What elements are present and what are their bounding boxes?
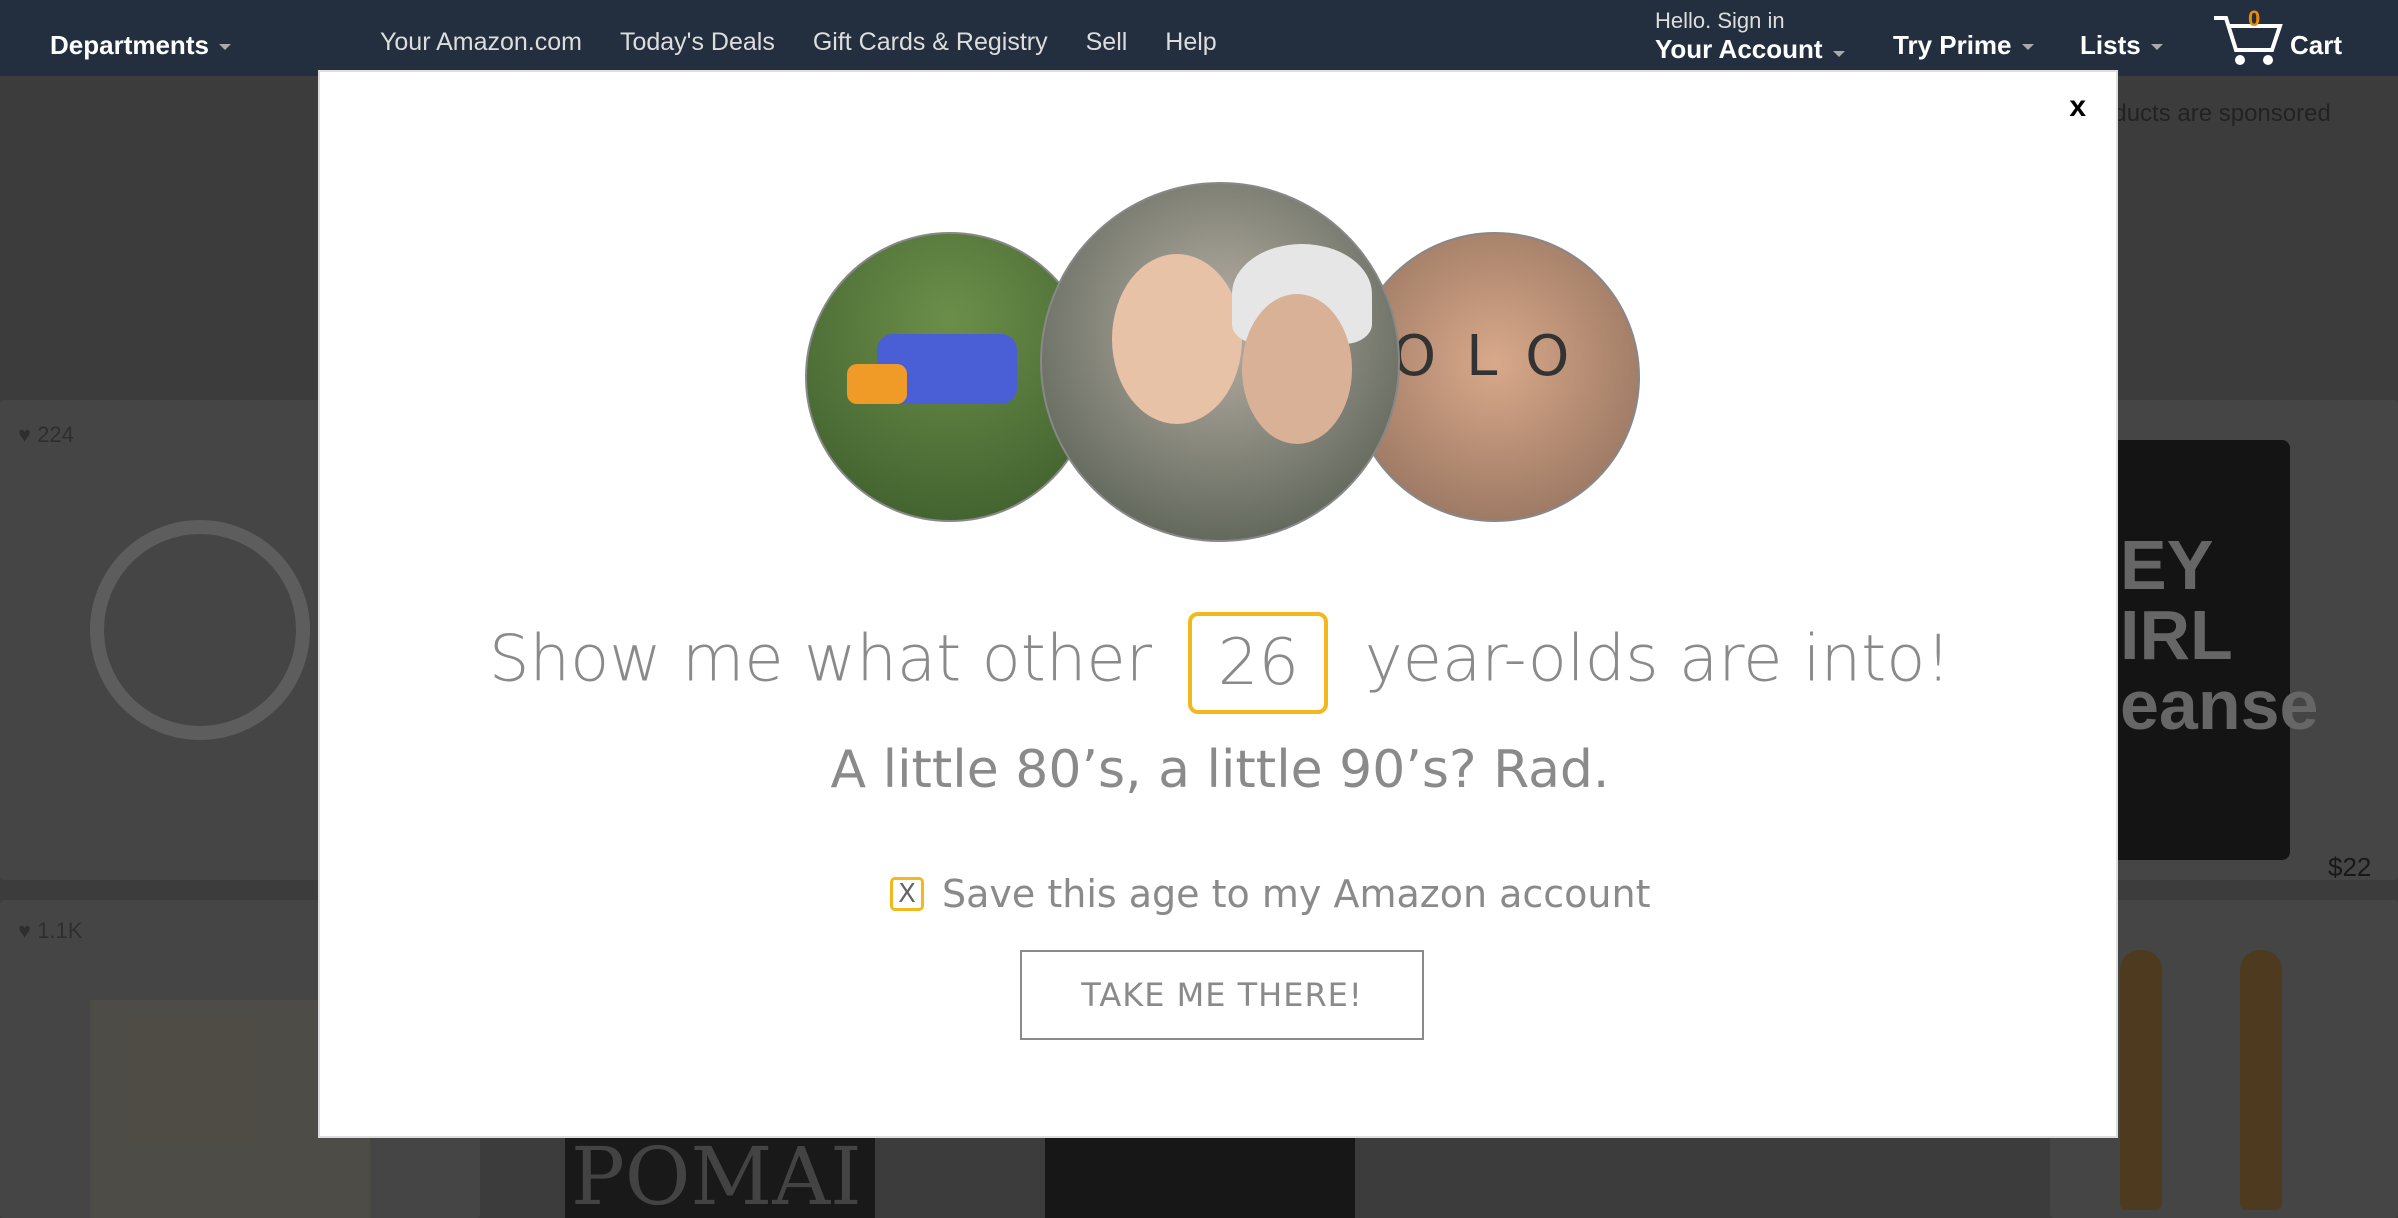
cart-button[interactable]: 0 Cart [2210, 6, 2342, 73]
top-nav: Departments Your Amazon.com Today's Deal… [0, 0, 2398, 76]
photo-collage: OLO [805, 182, 1645, 552]
age-modal: x OLO Show me what other 26 year-olds ar… [318, 70, 2118, 1138]
try-prime-menu[interactable]: Try Prime [1893, 30, 2034, 61]
cart-label: Cart [2290, 30, 2343, 60]
water-gun-tip-shape [847, 364, 907, 404]
age-headline: Show me what other 26 year-olds are into… [320, 612, 2120, 714]
save-age-checkbox[interactable]: X [890, 877, 924, 911]
knuckle-tattoo-text: OLO [1392, 324, 1600, 389]
headline-before: Show me what other [488, 622, 1153, 697]
face-shape [1242, 294, 1352, 444]
headline-after: year-olds are into! [1364, 622, 1952, 697]
chevron-down-icon [2150, 44, 2163, 51]
chevron-down-icon [1832, 50, 1845, 57]
nav-link-help[interactable]: Help [1165, 28, 1216, 57]
photo-friends [1040, 182, 1400, 542]
chevron-down-icon [218, 44, 231, 51]
take-me-there-button[interactable]: TAKE ME THERE! [1020, 950, 1424, 1040]
departments-menu[interactable]: Departments [50, 30, 231, 61]
account-menu[interactable]: Hello. Sign in Your Account [1655, 8, 1845, 65]
prime-label: Try Prime [1893, 30, 2012, 60]
nav-link-gift-cards[interactable]: Gift Cards & Registry [813, 28, 1048, 57]
save-age-label[interactable]: Save this age to my Amazon account [942, 872, 1651, 916]
account-greeting: Hello. Sign in [1655, 8, 1785, 33]
nav-link-your-amazon[interactable]: Your Amazon.com [380, 28, 582, 57]
nav-link-todays-deals[interactable]: Today's Deals [620, 28, 775, 57]
face-shape [1112, 254, 1242, 424]
close-icon[interactable]: x [2069, 90, 2086, 124]
cart-count: 0 [2248, 6, 2261, 31]
save-age-option[interactable]: X Save this age to my Amazon account [890, 872, 1651, 916]
lists-label: Lists [2080, 30, 2141, 60]
nav-link-sell[interactable]: Sell [1086, 28, 1128, 57]
lists-menu[interactable]: Lists [2080, 30, 2163, 61]
age-input[interactable]: 26 [1188, 612, 1329, 714]
chevron-down-icon [2021, 44, 2034, 51]
account-label: Your Account [1655, 34, 1823, 64]
departments-label: Departments [50, 30, 209, 60]
nav-links: Your Amazon.com Today's Deals Gift Cards… [380, 28, 1217, 57]
age-subheadline: A little 80’s, a little 90’s? Rad. [830, 740, 1610, 800]
